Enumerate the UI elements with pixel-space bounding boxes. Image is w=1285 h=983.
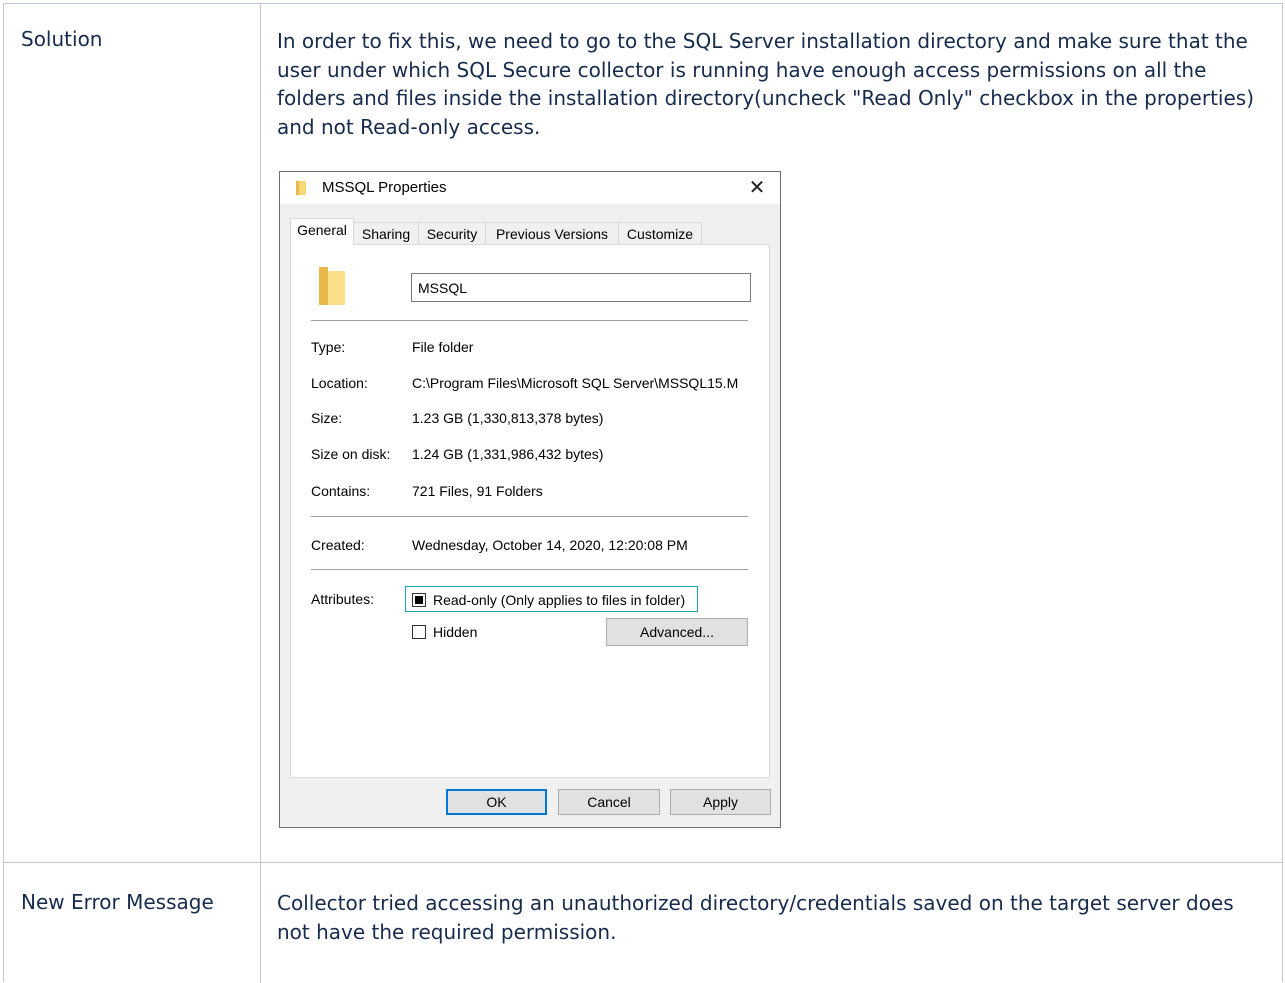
contains-label: Contains: <box>311 483 371 499</box>
apply-button[interactable]: Apply <box>670 789 771 815</box>
size-label: Size: <box>311 410 343 426</box>
created-value: Wednesday, October 14, 2020, 12:20:08 PM <box>412 537 688 553</box>
properties-table: Solution In order to fix this, we need t… <box>3 3 1283 983</box>
size-on-disk-value: 1.24 GB (1,331,986,432 bytes) <box>412 446 604 462</box>
readonly-checkbox[interactable] <box>412 593 426 607</box>
column-divider <box>260 4 261 862</box>
dialog-titlebar: MSSQL Properties ✕ <box>280 172 780 204</box>
size-on-disk-label: Size on disk: <box>311 446 391 462</box>
mssql-properties-dialog: MSSQL Properties ✕ General Sharing Secur… <box>279 171 781 828</box>
location-label: Location: <box>311 375 368 391</box>
close-icon[interactable]: ✕ <box>744 175 770 201</box>
size-value: 1.23 GB (1,330,813,378 bytes) <box>412 410 604 426</box>
type-value: File folder <box>412 339 474 355</box>
divider <box>311 516 748 517</box>
table-row-new-error-message: New Error Message Collector tried access… <box>4 863 1282 983</box>
tab-previous-versions[interactable]: Previous Versions <box>485 222 619 244</box>
solution-text: In order to fix this, we need to go to t… <box>277 29 1255 139</box>
new-error-message-text: Collector tried accessing an unauthorize… <box>277 891 1234 944</box>
tab-customize[interactable]: Customize <box>618 222 702 244</box>
location-value: C:\Program Files\Microsoft SQL Server\MS… <box>412 375 739 391</box>
table-row-solution: Solution In order to fix this, we need t… <box>4 4 1282 863</box>
cancel-button[interactable]: Cancel <box>558 789 660 815</box>
hidden-checkbox[interactable] <box>412 625 426 639</box>
tab-general[interactable]: General <box>290 218 354 245</box>
row-label-new-error-message: New Error Message <box>21 890 214 914</box>
ok-button[interactable]: OK <box>446 789 547 815</box>
tab-security[interactable]: Security <box>418 222 486 244</box>
tab-sharing[interactable]: Sharing <box>353 222 419 244</box>
type-label: Type: <box>311 339 346 355</box>
created-label: Created: <box>311 537 365 553</box>
folder-large-icon <box>319 267 345 305</box>
dialog-title: MSSQL Properties <box>322 179 447 196</box>
divider <box>311 569 748 570</box>
folder-name-input[interactable] <box>411 273 751 302</box>
general-tab-panel: Type: File folder Location: C:\Program F… <box>290 244 770 778</box>
attributes-label: Attributes: <box>311 591 375 607</box>
row-label-solution: Solution <box>21 27 103 51</box>
column-divider <box>260 863 261 983</box>
readonly-label[interactable]: Read-only (Only applies to files in fold… <box>433 592 685 608</box>
hidden-label[interactable]: Hidden <box>433 624 477 640</box>
folder-icon <box>296 181 306 195</box>
advanced-button[interactable]: Advanced... <box>606 618 748 646</box>
contains-value: 721 Files, 91 Folders <box>412 483 543 499</box>
divider <box>311 320 748 321</box>
